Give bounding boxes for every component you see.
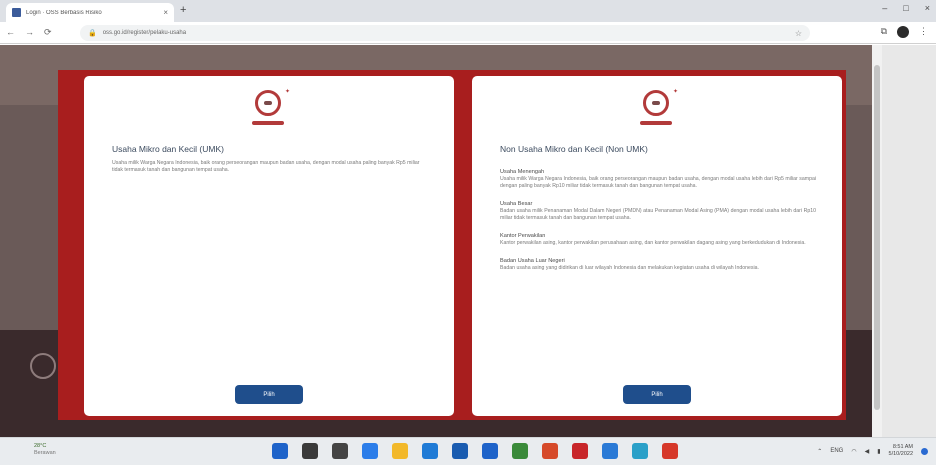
taskbar-app-icon[interactable] [482, 443, 498, 459]
non-umk-sections: Usaha Menengah Usaha milik Warga Negara … [500, 168, 816, 282]
taskbar-app-icon[interactable] [422, 443, 438, 459]
page-right-margin [882, 45, 936, 437]
taskbar-app-icon[interactable] [542, 443, 558, 459]
section-text: Kantor perwakilan asing, kantor perwakil… [500, 240, 806, 246]
profile-avatar[interactable] [897, 26, 909, 38]
reload-icon[interactable]: ⟳ [44, 27, 52, 38]
section-title: Badan Usaha Luar Negeri [500, 258, 565, 264]
modal-overlay: ✦ Usaha Mikro dan Kecil (UMK) Usaha mili… [58, 70, 846, 420]
extensions-icon[interactable]: ⧉ [881, 26, 887, 38]
maximize-icon[interactable]: □ [903, 3, 908, 13]
language-indicator[interactable]: ENG [830, 448, 843, 454]
section-usaha-besar: Usaha Besar Badan usaha milik Penanaman … [500, 200, 816, 222]
lock-icon[interactable]: 🔒 [88, 29, 97, 37]
browser-tab[interactable]: Login · OSS Berbasis Risiko × [6, 3, 174, 22]
section-text: Badan usaha asing yang didirikan di luar… [500, 265, 759, 271]
umk-card-description: Usaha milik Warga Negara Indonesia, baik… [112, 160, 420, 173]
tab-title: Login · OSS Berbasis Risiko [26, 9, 102, 16]
address-bar[interactable]: 🔒 oss.go.id/register/pelaku-usaha ☆ [80, 25, 810, 41]
close-tab-icon[interactable]: × [163, 8, 168, 17]
select-umk-button[interactable]: Pilih [235, 385, 303, 404]
non-umk-card[interactable]: ✦ Non Usaha Mikro dan Kecil (Non UMK) Us… [472, 76, 842, 416]
taskbar-app-icon[interactable] [662, 443, 678, 459]
page-scrollbar[interactable] [872, 45, 882, 437]
chevron-up-icon[interactable]: ⌃ [817, 448, 822, 455]
taskbar-app-icon[interactable] [452, 443, 468, 459]
taskbar-app-icon[interactable] [302, 443, 318, 459]
back-icon[interactable]: ← [6, 27, 15, 38]
clock-time: 8:51 AM [892, 444, 913, 450]
close-window-icon[interactable]: × [925, 3, 930, 13]
section-text: Usaha milik Warga Negara Indonesia, baik… [500, 176, 816, 189]
minimize-icon[interactable]: – [882, 3, 887, 13]
taskbar-app-icon[interactable] [572, 443, 588, 459]
taskbar-app-icon[interactable] [512, 443, 528, 459]
taskbar-app-icon[interactable] [272, 443, 288, 459]
non-umk-logo-icon: ✦ [637, 88, 678, 130]
section-text: Badan usaha milik Penanaman Modal Dalam … [500, 208, 816, 221]
taskbar-app-icon[interactable] [632, 443, 648, 459]
system-tray: ⌃ ENG ◠ ◀ ▮ 8:51 AM 5/10/2022 [817, 444, 928, 458]
non-umk-card-title: Non Usaha Mikro dan Kecil (Non UMK) [500, 144, 648, 154]
section-badan-usaha-luar-negeri: Badan Usaha Luar Negeri Badan usaha asin… [500, 257, 816, 272]
nav-buttons: ← → ⟳ [6, 27, 52, 38]
scrollbar-thumb[interactable] [874, 65, 880, 410]
url-text[interactable]: oss.go.id/register/pelaku-usaha [103, 30, 186, 36]
notification-icon[interactable] [921, 447, 928, 455]
window-controls: – □ × [882, 3, 930, 13]
os-taskbar: 28°C Berawan ⌃ ENG ◠ ◀ ▮ 8:51 AM 5/10/20… [0, 437, 936, 465]
select-non-umk-button[interactable]: Pilih [623, 385, 691, 404]
taskbar-apps [272, 443, 678, 459]
favicon-icon [12, 8, 21, 17]
clock[interactable]: 8:51 AM 5/10/2022 [889, 444, 913, 458]
taskbar-app-icon[interactable] [392, 443, 408, 459]
taskbar-app-icon[interactable] [362, 443, 378, 459]
page-viewport: ✦ Usaha Mikro dan Kecil (UMK) Usaha mili… [0, 45, 936, 437]
background-logo-icon [30, 353, 56, 379]
clock-date: 5/10/2022 [888, 451, 913, 457]
forward-icon[interactable]: → [25, 27, 34, 38]
new-tab-button[interactable]: + [180, 4, 186, 16]
weather-widget[interactable]: 28°C Berawan [34, 443, 56, 457]
weather-temp: 28°C [34, 443, 47, 449]
taskbar-app-icon[interactable] [332, 443, 348, 459]
umk-card[interactable]: ✦ Usaha Mikro dan Kecil (UMK) Usaha mili… [84, 76, 454, 416]
browser-actions: ⧉ ⋮ [881, 26, 928, 38]
taskbar-app-icon[interactable] [602, 443, 618, 459]
weather-desc: Berawan [34, 450, 56, 456]
wifi-icon[interactable]: ◠ [851, 448, 856, 455]
browser-tabstrip: Login · OSS Berbasis Risiko × + – □ × [0, 0, 936, 22]
bookmark-star-icon[interactable]: ☆ [795, 29, 802, 38]
section-title: Kantor Perwakilan [500, 233, 546, 239]
volume-icon[interactable]: ◀ [865, 448, 870, 455]
section-usaha-menengah: Usaha Menengah Usaha milik Warga Negara … [500, 168, 816, 190]
battery-icon[interactable]: ▮ [877, 448, 880, 455]
section-title: Usaha Menengah [500, 169, 545, 175]
section-kantor-perwakilan: Kantor Perwakilan Kantor perwakilan asin… [500, 232, 816, 247]
menu-icon[interactable]: ⋮ [919, 26, 928, 38]
browser-toolbar: ← → ⟳ 🔒 oss.go.id/register/pelaku-usaha … [0, 22, 936, 44]
umk-card-title: Usaha Mikro dan Kecil (UMK) [112, 144, 224, 154]
section-title: Usaha Besar [500, 201, 533, 207]
umk-logo-icon: ✦ [249, 88, 290, 130]
